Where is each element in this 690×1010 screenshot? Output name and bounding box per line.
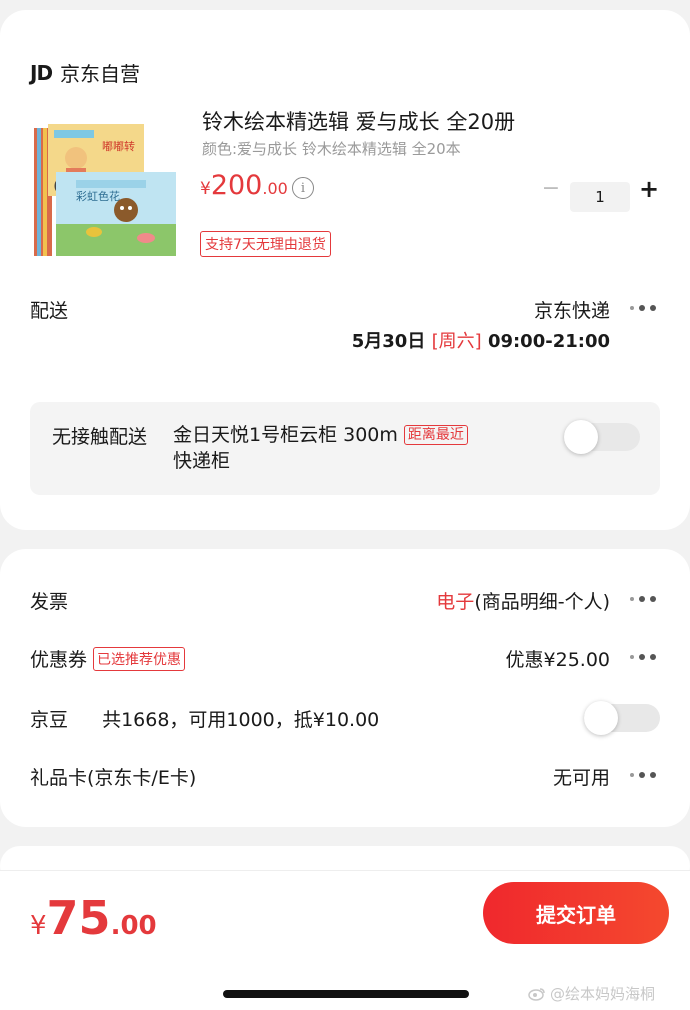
product-variant: 颜色:爱与成长 铃木绘本精选辑 全20本 xyxy=(202,140,461,158)
delivery-date: 5月30日 xyxy=(351,331,426,352)
price-decimal: .00 xyxy=(262,179,288,198)
product-title[interactable]: 铃木绘本精选辑 爱与成长 全20册 xyxy=(202,106,515,136)
order-options-card: 发票 电子(商品明细-个人) 优惠券 已选推荐优惠 优惠¥25.00 京豆 共16… xyxy=(0,549,690,827)
book-set-icon: 嘟嘟转 彩虹色花 xyxy=(34,124,176,256)
jingdou-toggle[interactable] xyxy=(584,701,660,735)
coupon-row-label: 优惠券 已选推荐优惠 xyxy=(30,645,186,672)
product-card: JD 京东自营 嘟嘟转 彩虹色花 铃木绘本精选辑 爱与成长 全20册 颜色:爱与… xyxy=(0,10,690,530)
giftcard-value[interactable]: 无可用 xyxy=(553,763,610,790)
more-icon[interactable] xyxy=(630,770,660,780)
watermark: @绘本妈妈海桐 xyxy=(528,983,655,1004)
watermark-text: @绘本妈妈海桐 xyxy=(550,985,656,1003)
jd-logo: JD xyxy=(30,60,53,85)
quantity-increase-button[interactable]: + xyxy=(638,177,660,201)
toggle-knob xyxy=(584,701,618,735)
svg-text:嘟嘟转: 嘟嘟转 xyxy=(102,139,135,153)
svg-text:彩虹色花: 彩虹色花 xyxy=(76,189,120,203)
locker-type: 快递柜 xyxy=(173,450,231,472)
invoice-detail: (商品明细-个人) xyxy=(474,591,610,613)
price-currency: ¥ xyxy=(200,179,211,199)
giftcard-label: 礼品卡(京东卡/E卡) xyxy=(30,767,197,789)
contactless-delivery-panel: 无接触配送 金日天悦1号柜云柜 300m 距离最近 快递柜 xyxy=(30,402,660,495)
order-total: ¥ 75 .00 xyxy=(30,891,157,945)
info-icon[interactable]: i xyxy=(292,177,314,199)
contactless-label: 无接触配送 xyxy=(52,426,148,448)
coupon-selected-badge: 已选推荐优惠 xyxy=(93,647,186,671)
checkout-bar: ¥ 75 .00 提交订单 @绘本妈妈海桐 xyxy=(0,870,690,1010)
jingdou-row: 京豆 共1668，可用1000，抵¥10.00 xyxy=(30,705,379,732)
locker-name: 金日天悦1号柜云柜 300m xyxy=(173,424,398,446)
more-icon[interactable] xyxy=(630,594,660,604)
home-indicator[interactable] xyxy=(223,990,469,998)
invoice-label: 发票 xyxy=(30,591,69,613)
jingdou-label: 京豆 xyxy=(30,709,69,731)
delivery-time[interactable]: 5月30日 [周六] 09:00-21:00 xyxy=(352,327,610,353)
contactless-address[interactable]: 金日天悦1号柜云柜 300m 距离最近 快递柜 xyxy=(173,422,513,474)
more-icon[interactable] xyxy=(630,303,660,313)
delivery-window: 09:00-21:00 xyxy=(487,331,610,352)
product-image[interactable]: 嘟嘟转 彩虹色花 xyxy=(28,114,178,264)
submit-order-button[interactable]: 提交订单 xyxy=(483,882,669,944)
invoice-type: 电子 xyxy=(436,591,475,613)
coupon-value[interactable]: 优惠¥25.00 xyxy=(506,645,610,672)
coupon-label: 优惠券 xyxy=(30,649,88,671)
toggle-knob xyxy=(564,420,598,454)
more-icon[interactable] xyxy=(630,652,660,662)
contactless-toggle[interactable] xyxy=(564,420,640,454)
store-header[interactable]: JD 京东自营 xyxy=(30,58,140,87)
product-price: ¥ 200 .00 xyxy=(200,170,288,201)
jingdou-detail: 共1668，可用1000，抵¥10.00 xyxy=(102,709,380,731)
delivery-carrier[interactable]: 京东快递 xyxy=(534,296,610,323)
price-integer: 200 xyxy=(210,170,263,201)
total-integer: 75 xyxy=(46,891,111,945)
quantity-input[interactable]: 1 xyxy=(570,182,630,212)
quantity-decrease-button[interactable]: − xyxy=(540,178,562,200)
invoice-value[interactable]: 电子(商品明细-个人) xyxy=(436,587,610,614)
store-name: 京东自营 xyxy=(60,62,141,86)
nearest-badge: 距离最近 xyxy=(403,425,468,445)
weibo-icon xyxy=(528,987,545,1001)
total-currency: ¥ xyxy=(30,911,47,941)
total-decimal: .00 xyxy=(110,911,157,941)
return-policy-badge: 支持7天无理由退货 xyxy=(200,231,331,257)
delivery-label: 配送 xyxy=(30,300,69,322)
delivery-weekday: [周六] xyxy=(431,331,482,352)
